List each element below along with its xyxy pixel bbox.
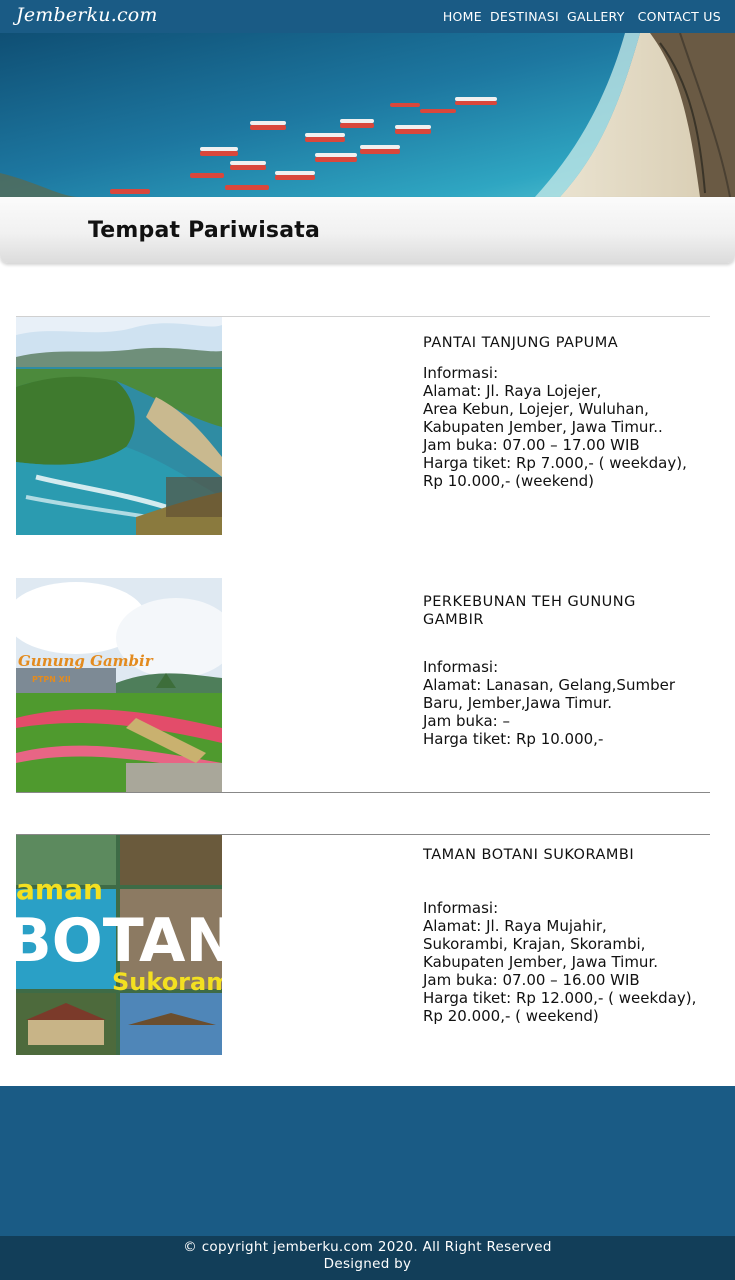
footer [0, 1086, 735, 1236]
destination-title: PANTAI TANJUNG PAPUMA [423, 335, 619, 351]
nav-gallery[interactable]: GALLERY [567, 9, 625, 24]
beach-cliff-photo [16, 317, 222, 535]
designed-by-text: Designed by [323, 1256, 412, 1272]
page-title-bar: Tempat Pariwisata [0, 197, 735, 263]
botanical-garden-collage: aman BOTAN Sukoram [16, 835, 222, 1055]
page-title: Tempat Pariwisata [88, 218, 321, 243]
destination-image-sukorambi[interactable]: aman BOTAN Sukoram [16, 835, 222, 1055]
collage-text-2: BOTAN [16, 906, 222, 976]
site-logo[interactable]: Jemberku.com [16, 4, 158, 26]
destination-image-papuma[interactable] [16, 317, 222, 535]
destination-details: Informasi: Alamat: Jl. Raya Lojejer, Are… [423, 364, 687, 490]
beach-boats-photo [0, 33, 735, 197]
hero-image [0, 33, 735, 197]
navbar: Jemberku.com HOME DESTINASI GALLERY CONT… [0, 0, 735, 33]
destination-details: Informasi: Alamat: Jl. Raya Mujahir, Suk… [423, 899, 697, 1025]
footer-bottom-bar: © copyright jemberku.com 2020. All Right… [0, 1236, 735, 1280]
destination-info-papuma: PANTAI TANJUNG PAPUMA Informasi: Alamat:… [423, 334, 713, 490]
tea-garden-photo: Gunung Gambir PTPN XII [16, 578, 222, 793]
destination-info-gunung-gambir: PERKEBUNAN TEH GUNUNG GAMBIR Informasi: … [423, 593, 713, 748]
sign-text: Gunung Gambir [18, 652, 154, 670]
destination-image-gunung-gambir[interactable]: Gunung Gambir PTPN XII [16, 578, 222, 793]
destination-title: PERKEBUNAN TEH GUNUNG GAMBIR [423, 594, 636, 628]
nav-home[interactable]: HOME [443, 9, 482, 24]
destination-details: Informasi: Alamat: Lanasan, Gelang,Sumbe… [423, 658, 675, 748]
destination-info-sukorambi: TAMAN BOTANI SUKORAMBI Informasi: Alamat… [423, 846, 713, 1025]
collage-text-3: Sukoram [112, 968, 222, 996]
collage-text-1: aman [16, 873, 103, 906]
main-nav: HOME DESTINASI GALLERY CONTACT US [435, 9, 721, 24]
nav-destinasi[interactable]: DESTINASI [490, 9, 559, 24]
sign-subtext: PTPN XII [32, 675, 71, 684]
nav-contact-us[interactable]: CONTACT US [638, 9, 721, 24]
destination-title: TAMAN BOTANI SUKORAMBI [423, 847, 635, 863]
copyright-text: © copyright jemberku.com 2020. All Right… [183, 1239, 552, 1255]
card-divider [16, 792, 710, 793]
